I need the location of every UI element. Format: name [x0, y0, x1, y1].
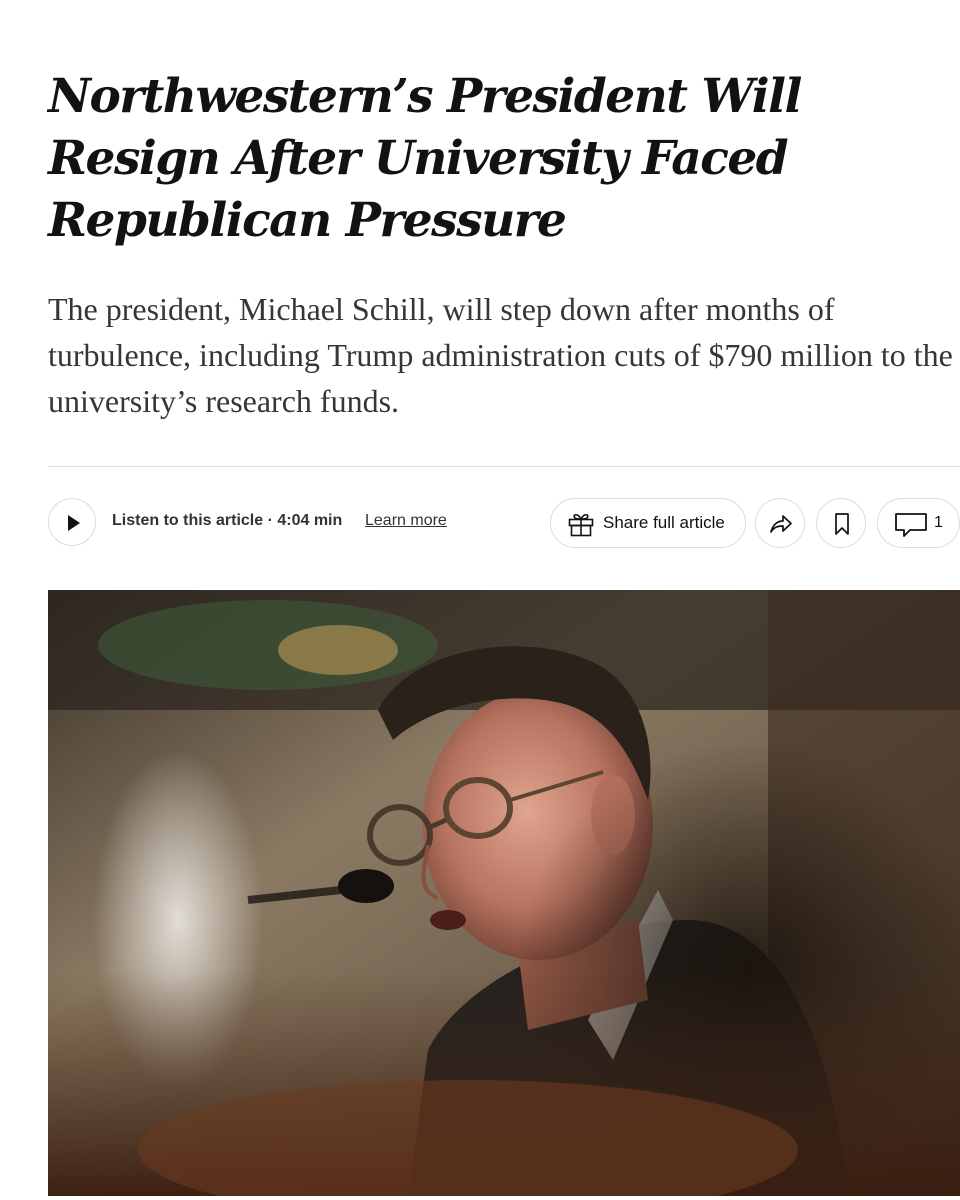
- share-full-article-label: Share full article: [603, 513, 725, 532]
- play-audio-button[interactable]: [48, 498, 96, 546]
- save-button[interactable]: [816, 498, 866, 548]
- share-arrow-icon: [770, 515, 792, 533]
- article-summary: The president, Michael Schill, will step…: [48, 291, 953, 419]
- bookmark-icon: [835, 513, 849, 535]
- play-icon: [68, 515, 80, 531]
- article-photo-image: [48, 590, 960, 1196]
- article-headline: Northwestern’s President Will Resign Aft…: [48, 69, 802, 248]
- article-toolbar: Listen to this article · 4:04 min Learn …: [48, 498, 960, 550]
- learn-more-link[interactable]: Learn more: [365, 511, 447, 531]
- gift-icon: [568, 513, 594, 537]
- article-photo: [48, 590, 960, 1196]
- listen-label: Listen to this article · 4:04 min: [112, 512, 343, 529]
- comment-count: 1: [934, 514, 943, 531]
- comment-bubble-icon: [895, 513, 927, 537]
- comments-button[interactable]: 1: [877, 498, 960, 548]
- share-button[interactable]: [755, 498, 805, 548]
- share-full-article-button[interactable]: Share full article: [550, 498, 746, 548]
- divider: [48, 466, 960, 467]
